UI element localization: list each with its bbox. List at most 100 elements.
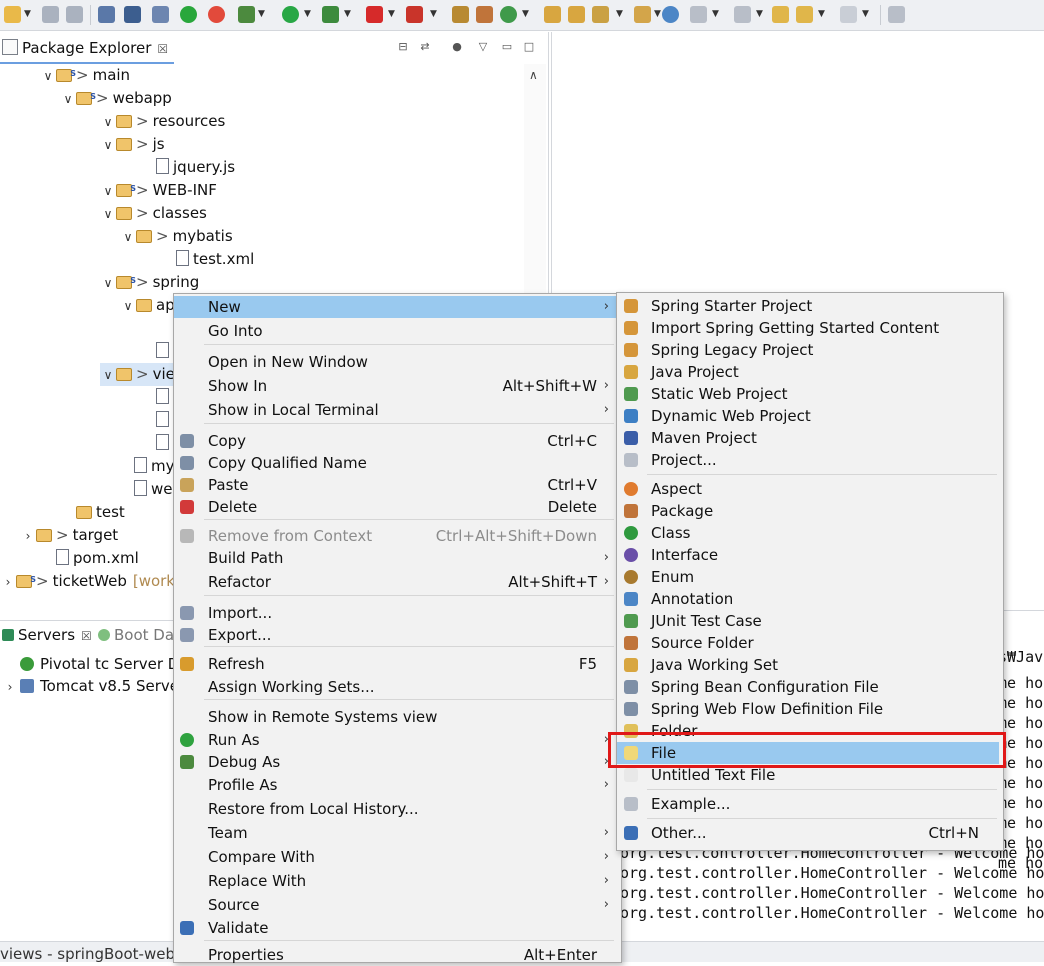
menu-item-open-in-new-window[interactable]: Open in New Window bbox=[174, 351, 617, 373]
menu-item-compare-with[interactable]: Compare With › bbox=[174, 846, 617, 868]
menu-item-show-in[interactable]: Show In Alt+Shift+W › bbox=[174, 375, 617, 397]
menu-item-replace-with[interactable]: Replace With › bbox=[174, 870, 617, 892]
pencil-icon[interactable] bbox=[592, 6, 609, 23]
search-folder-icon[interactable] bbox=[634, 6, 651, 23]
pencil-dropdown-icon[interactable]: ▼ bbox=[616, 9, 623, 19]
new-item-maven-project[interactable]: Maven Project bbox=[617, 427, 999, 449]
menu-item-team[interactable]: Team › bbox=[174, 822, 617, 844]
menu-item-paste[interactable]: Paste Ctrl+V bbox=[174, 474, 617, 496]
stop-dropdown-icon[interactable]: ▼ bbox=[388, 9, 395, 19]
run-icon[interactable] bbox=[282, 6, 299, 23]
prev-annotation-dropdown-icon[interactable]: ▼ bbox=[756, 9, 763, 19]
new-item-annotation[interactable]: Annotation bbox=[617, 588, 999, 610]
pin-editor-icon[interactable] bbox=[888, 6, 905, 23]
new-class-dropdown-icon[interactable]: ▼ bbox=[522, 9, 529, 19]
menu-item-show-in-local-terminal[interactable]: Show in Local Terminal › bbox=[174, 399, 617, 421]
save-icon[interactable] bbox=[42, 6, 59, 23]
link-with-editor-icon[interactable]: ⇄ bbox=[418, 40, 432, 54]
menu-item-restore-from-local-history[interactable]: Restore from Local History... bbox=[174, 798, 617, 820]
expand-icon[interactable]: ∨ bbox=[100, 134, 116, 157]
expand-icon[interactable]: ∨ bbox=[100, 364, 116, 387]
expand-icon[interactable]: ∨ bbox=[100, 272, 116, 295]
focus-icon[interactable]: ● bbox=[450, 40, 464, 54]
tree-item[interactable]: ∨ > classes bbox=[100, 202, 207, 225]
tree-item[interactable]: ›>ticketWeb[works bbox=[0, 568, 183, 594]
close-icon[interactable]: ☒ bbox=[81, 629, 92, 643]
new-item-spring-web-flow-definition-file[interactable]: Spring Web Flow Definition File bbox=[617, 698, 999, 720]
new-item-source-folder[interactable]: Source Folder bbox=[617, 632, 999, 654]
new-item-aspect[interactable]: Aspect bbox=[617, 478, 999, 500]
boot-dashboard-tab[interactable]: Boot Da bbox=[98, 621, 174, 649]
back-dropdown-icon[interactable]: ▼ bbox=[818, 9, 825, 19]
open-folder-icon[interactable] bbox=[568, 6, 585, 23]
new-item-import-spring-getting-started-content[interactable]: Import Spring Getting Started Content bbox=[617, 317, 999, 339]
menu-item-import[interactable]: Import... bbox=[174, 602, 617, 624]
external-dropdown-icon[interactable]: ▼ bbox=[430, 9, 437, 19]
expand-icon[interactable]: › bbox=[20, 525, 36, 548]
tree-item[interactable]: ∨ > mybatis bbox=[120, 225, 233, 248]
stop-icon[interactable] bbox=[366, 6, 383, 23]
tree-item[interactable]: ∨ >spring bbox=[100, 269, 200, 295]
package-explorer-tab[interactable]: Package Explorer ☒ bbox=[0, 34, 175, 64]
servers-tab[interactable]: Servers ☒ bbox=[2, 621, 92, 649]
new-item-package[interactable]: Package bbox=[617, 500, 999, 522]
new-item-spring-starter-project[interactable]: Spring Starter Project bbox=[617, 295, 999, 317]
new-java-class-icon[interactable] bbox=[500, 6, 517, 23]
menu-item-go-into[interactable]: Go Into bbox=[174, 320, 617, 342]
tree-item[interactable]: › > target bbox=[20, 524, 119, 548]
tree-item[interactable]: ∨ > resources bbox=[100, 110, 226, 134]
expand-icon[interactable]: ∨ bbox=[100, 203, 116, 226]
new-item-interface[interactable]: Interface bbox=[617, 544, 999, 566]
open-type-icon[interactable] bbox=[544, 6, 561, 23]
menu-item-build-path[interactable]: Build Path › bbox=[174, 547, 617, 569]
new-item-spring-legacy-project[interactable]: Spring Legacy Project bbox=[617, 339, 999, 361]
expand-icon[interactable]: ∨ bbox=[60, 88, 76, 111]
maximize-icon[interactable]: □ bbox=[522, 40, 536, 54]
tree-item[interactable]: test bbox=[60, 501, 125, 524]
menu-item-show-in-remote-systems-view[interactable]: Show in Remote Systems view bbox=[174, 706, 617, 728]
collapse-all-icon[interactable]: ⊟ bbox=[396, 40, 410, 54]
menu-item-refactor[interactable]: Refactor Alt+Shift+T › bbox=[174, 571, 617, 593]
menu-item-refresh[interactable]: Refresh F5 bbox=[174, 653, 617, 675]
expand-icon[interactable]: ∨ bbox=[120, 295, 136, 318]
menu-item-run-as[interactable]: Run As › bbox=[174, 729, 617, 751]
coverage-icon[interactable] bbox=[322, 6, 339, 23]
menu-item-debug-as[interactable]: Debug As › bbox=[174, 751, 617, 773]
menu-item-assign-working-sets[interactable]: Assign Working Sets... bbox=[174, 676, 617, 698]
expand-icon[interactable]: ∨ bbox=[100, 111, 116, 134]
new-item-project[interactable]: Project... bbox=[617, 449, 999, 471]
new-item-java-project[interactable]: Java Project bbox=[617, 361, 999, 383]
next-annotation-icon[interactable] bbox=[690, 6, 707, 23]
server-row[interactable]: › Tomcat v8.5 Server bbox=[0, 675, 186, 698]
tree-item[interactable]: ∨ > js bbox=[100, 133, 165, 156]
tree-item[interactable]: test.xml bbox=[160, 248, 254, 271]
debug-dropdown-icon[interactable]: ▼ bbox=[258, 9, 265, 19]
menu-item-validate[interactable]: Validate bbox=[174, 917, 617, 939]
debug-icon[interactable] bbox=[238, 6, 255, 23]
new-item-static-web-project[interactable]: Static Web Project bbox=[617, 383, 999, 405]
refresh-icon[interactable] bbox=[208, 6, 225, 23]
tree-item[interactable]: ∨ >WEB-INF bbox=[100, 177, 217, 203]
new-dropdown-icon[interactable]: ▼ bbox=[24, 9, 31, 19]
menu-item-delete[interactable]: Delete Delete bbox=[174, 496, 617, 518]
tree-item[interactable]: ∨ >main bbox=[40, 62, 130, 87]
menu-item-profile-as[interactable]: Profile As › bbox=[174, 774, 617, 796]
new-item-enum[interactable]: Enum bbox=[617, 566, 999, 588]
menu-item-copy[interactable]: Copy Ctrl+C bbox=[174, 430, 617, 452]
scroll-up-icon[interactable]: ∧ bbox=[529, 68, 538, 82]
boot-dashboard-icon[interactable] bbox=[180, 6, 197, 23]
menu-item-export[interactable]: Export... bbox=[174, 624, 617, 646]
forward-dropdown-icon[interactable]: ▼ bbox=[862, 9, 869, 19]
next-annotation-dropdown-icon[interactable]: ▼ bbox=[712, 9, 719, 19]
forward-icon[interactable] bbox=[840, 6, 857, 23]
new-item-other[interactable]: Other... Ctrl+N bbox=[617, 822, 999, 844]
back-icon[interactable] bbox=[796, 6, 813, 23]
menu-item-new[interactable]: New › bbox=[174, 296, 617, 318]
terminal-icon[interactable] bbox=[124, 6, 141, 23]
new-class-icon[interactable] bbox=[476, 6, 493, 23]
expand-icon[interactable]: ∨ bbox=[100, 180, 116, 203]
new-item-junit-test-case[interactable]: JUnit Test Case bbox=[617, 610, 999, 632]
globe-icon[interactable] bbox=[662, 6, 679, 23]
expand-icon[interactable]: › bbox=[0, 571, 16, 594]
close-icon[interactable]: ☒ bbox=[157, 42, 168, 56]
